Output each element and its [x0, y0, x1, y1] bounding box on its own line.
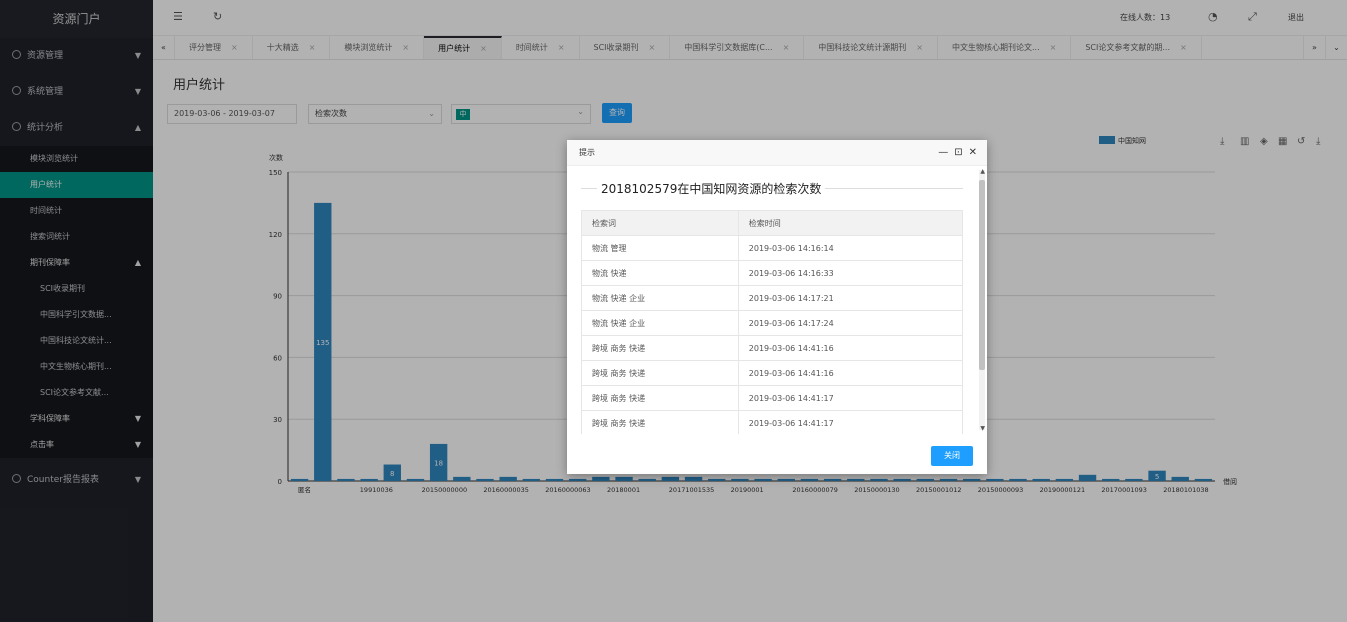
scroll-down-icon[interactable]: ▼ — [980, 425, 985, 432]
modal-body: 2018102579在中国知网资源的检索次数 检索词 检索时间 物流 管理 201… — [567, 166, 987, 434]
search-time-cell: 2019-03-06 14:17:21 — [737, 285, 964, 311]
search-term-cell: 跨境 商务 快递 — [581, 385, 739, 411]
modal-header: 提示 — ⊡ ✕ — [567, 140, 987, 166]
column-header: 检索时间 — [737, 210, 964, 236]
scrollbar-thumb[interactable] — [979, 180, 985, 370]
table-row: 跨境 商务 快递 2019-03-06 14:41:16 — [581, 335, 964, 361]
modal-controls: — ⊡ ✕ — [932, 140, 977, 166]
search-term-cell: 物流 管理 — [581, 235, 739, 261]
search-time-cell: 2019-03-06 14:41:17 — [737, 410, 964, 434]
table-row: 物流 快递 企业 2019-03-06 14:17:24 — [581, 310, 964, 336]
search-log-table: 检索词 检索时间 物流 管理 2019-03-06 14:16:14 物流 快递 20… — [581, 210, 964, 434]
search-term-cell: 物流 快递 企业 — [581, 310, 739, 336]
column-header: 检索词 — [581, 210, 739, 236]
table-row: 物流 快递 2019-03-06 14:16:33 — [581, 260, 964, 286]
search-time-cell: 2019-03-06 14:41:16 — [737, 360, 964, 386]
search-time-cell: 2019-03-06 14:17:24 — [737, 310, 964, 336]
scroll-up-icon[interactable]: ▲ — [980, 168, 985, 175]
modal-header-title: 提示 — [579, 148, 595, 157]
table-row: 跨境 商务 快递 2019-03-06 14:41:16 — [581, 360, 964, 386]
search-time-cell: 2019-03-06 14:41:16 — [737, 335, 964, 361]
search-term-cell: 跨境 商务 快递 — [581, 335, 739, 361]
search-time-cell: 2019-03-06 14:41:17 — [737, 385, 964, 411]
minimize-icon[interactable]: — — [938, 147, 948, 158]
table-header-row: 检索词 检索时间 — [581, 210, 964, 236]
close-icon[interactable]: ✕ — [969, 147, 977, 158]
modal-content-title: 2018102579在中国知网资源的检索次数 — [597, 180, 826, 197]
search-term-cell: 物流 快递 — [581, 260, 739, 286]
maximize-icon[interactable]: ⊡ — [954, 147, 962, 158]
table-row: 跨境 商务 快递 2019-03-06 14:41:17 — [581, 410, 964, 434]
search-term-cell: 跨境 商务 快递 — [581, 360, 739, 386]
search-time-cell: 2019-03-06 14:16:33 — [737, 260, 964, 286]
search-term-cell: 物流 快递 企业 — [581, 285, 739, 311]
search-term-cell: 跨境 商务 快递 — [581, 410, 739, 434]
table-row: 物流 管理 2019-03-06 14:16:14 — [581, 235, 964, 261]
modal-scrollbar[interactable] — [979, 170, 985, 430]
table-row: 物流 快递 企业 2019-03-06 14:17:21 — [581, 285, 964, 311]
detail-modal: 提示 — ⊡ ✕ 2018102579在中国知网资源的检索次数 检索词 检索时间 物… — [567, 140, 987, 474]
table-row: 跨境 商务 快递 2019-03-06 14:41:17 — [581, 385, 964, 411]
search-time-cell: 2019-03-06 14:16:14 — [737, 235, 964, 261]
close-button[interactable]: 关闭 — [931, 446, 973, 466]
